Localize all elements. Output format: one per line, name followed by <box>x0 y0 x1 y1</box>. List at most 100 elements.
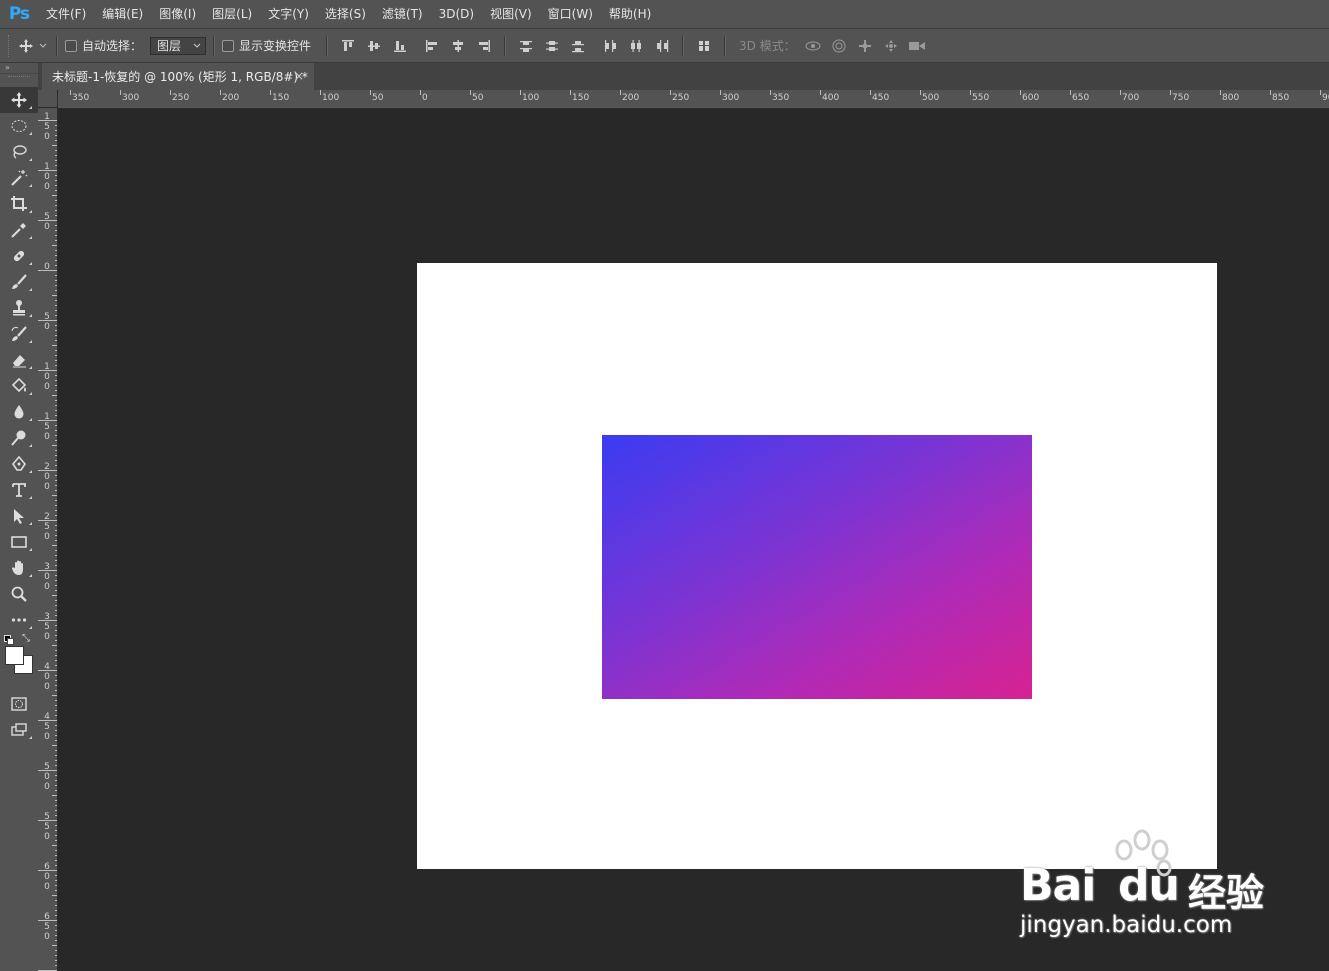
3d-pan-icon[interactable] <box>852 35 878 57</box>
zoom-tool-icon[interactable] <box>0 581 38 607</box>
type-tool-icon[interactable] <box>0 477 38 503</box>
screen-mode-icon[interactable] <box>0 717 38 743</box>
menu-select[interactable]: 选择(S) <box>317 0 374 28</box>
ruler-label: 400 <box>44 662 50 692</box>
quick-mask-icon[interactable] <box>0 691 38 717</box>
rectangle-tool-icon[interactable] <box>0 529 38 555</box>
horizontal-ruler[interactable]: 350 300 250 200 150 100 50 0 50 100 150 200 250 300 35… <box>58 90 1329 109</box>
3d-slide-icon[interactable] <box>878 35 904 57</box>
ruler-label: 150 <box>44 412 50 442</box>
eraser-tool-icon[interactable] <box>0 347 38 373</box>
menu-image[interactable]: 图像(I) <box>151 0 204 28</box>
watermark-brand: Bai <box>1020 860 1096 911</box>
ruler-origin[interactable] <box>38 90 58 108</box>
ruler-label: 200 <box>222 93 240 103</box>
gradient-rectangle-layer[interactable] <box>602 435 1032 699</box>
distribute-vertical-centers-icon[interactable] <box>539 35 565 57</box>
menu-layer[interactable]: 图层(L) <box>204 0 260 28</box>
edit-toolbar-icon[interactable] <box>0 607 38 633</box>
document-tab[interactable]: 未标题-1-恢复的 @ 100% (矩形 1, RGB/8#) * × <box>42 63 314 90</box>
separator <box>504 35 507 56</box>
menu-help[interactable]: 帮助(H) <box>601 0 659 28</box>
distribute-right-icon[interactable] <box>649 35 675 57</box>
align-left-edges-icon[interactable] <box>419 35 445 57</box>
tools-panel: » ⤡ <box>0 63 39 971</box>
marquee-tool-icon[interactable] <box>0 113 38 139</box>
lasso-tool-icon[interactable] <box>0 139 38 165</box>
align-right-edges-icon[interactable] <box>471 35 497 57</box>
ruler-label: 200 <box>44 462 50 492</box>
magic-wand-tool-icon[interactable] <box>0 165 38 191</box>
3d-orbit-icon[interactable] <box>800 35 826 57</box>
ruler-label: 350 <box>72 93 90 103</box>
eyedropper-tool-icon[interactable] <box>0 217 38 243</box>
ruler-label: 650 <box>44 912 50 942</box>
separator <box>326 35 329 56</box>
distribute-bottom-icon[interactable] <box>565 35 591 57</box>
distribute-left-icon[interactable] <box>597 35 623 57</box>
3d-roll-icon[interactable] <box>826 35 852 57</box>
menu-edit[interactable]: 编辑(E) <box>94 0 151 28</box>
swap-colors-icon[interactable]: ⤡ <box>22 633 30 644</box>
ruler-label: 300 <box>44 562 50 592</box>
document-canvas[interactable] <box>417 263 1217 869</box>
ruler-label: 0 <box>422 93 428 103</box>
move-tool-icon[interactable] <box>0 87 38 113</box>
align-bottom-edges-icon[interactable] <box>387 35 413 57</box>
align-horizontal-centers-icon[interactable] <box>445 35 471 57</box>
menu-filter[interactable]: 滤镜(T) <box>374 0 431 28</box>
menu-file[interactable]: 文件(F) <box>38 0 94 28</box>
ruler-label: 600 <box>44 862 50 892</box>
pen-tool-icon[interactable] <box>0 451 38 477</box>
ruler-label: 300 <box>122 93 140 103</box>
chevron-down-icon <box>193 43 201 48</box>
dodge-tool-icon[interactable] <box>0 425 38 451</box>
move-tool-preset-icon[interactable] <box>15 35 37 57</box>
menu-3d[interactable]: 3D(D) <box>431 0 482 28</box>
healing-brush-tool-icon[interactable] <box>0 243 38 269</box>
panel-grip[interactable] <box>8 76 30 85</box>
auto-align-layers-icon[interactable] <box>691 35 717 57</box>
separator <box>682 35 685 56</box>
menu-window[interactable]: 窗口(W) <box>540 0 601 28</box>
default-colors-icon[interactable] <box>4 635 14 645</box>
blur-tool-icon[interactable] <box>0 399 38 425</box>
vertical-ruler[interactable]: 150 100 50 0 50 100 150 200 250 300 350 400 450 500 55… <box>38 108 58 971</box>
ruler-label: 850 <box>1272 93 1290 103</box>
ruler-label: 150 <box>272 93 290 103</box>
options-bar: 自动选择： 图层 显示变换控件 3D 模式： <box>0 29 1329 63</box>
menu-view[interactable]: 视图(V) <box>482 0 540 28</box>
brush-tool-icon[interactable] <box>0 269 38 295</box>
clone-stamp-tool-icon[interactable] <box>0 295 38 321</box>
watermark-brand-du: du <box>1118 860 1180 911</box>
auto-select-checkbox[interactable] <box>65 39 77 52</box>
ruler-label: 0 <box>44 262 50 272</box>
ruler-label: 300 <box>722 93 740 103</box>
paint-bucket-tool-icon[interactable] <box>0 373 38 399</box>
chevron-down-icon[interactable] <box>37 35 49 57</box>
history-brush-tool-icon[interactable] <box>0 321 38 347</box>
ruler-label: 400 <box>822 93 840 103</box>
foreground-color-swatch[interactable] <box>5 646 24 665</box>
watermark-jingyan: 经验 <box>1188 871 1265 915</box>
ruler-label: 150 <box>572 93 590 103</box>
ruler-label: 450 <box>872 93 890 103</box>
align-vertical-centers-icon[interactable] <box>361 35 387 57</box>
auto-select-dropdown[interactable]: 图层 <box>150 36 207 55</box>
close-icon[interactable]: × <box>294 69 304 83</box>
ruler-label: 50 <box>372 93 384 103</box>
show-transform-checkbox[interactable] <box>222 39 235 52</box>
3d-scale-camera-icon[interactable] <box>904 35 930 57</box>
ruler-label: 350 <box>772 93 790 103</box>
distribute-horizontal-centers-icon[interactable] <box>623 35 649 57</box>
options-grip[interactable] <box>8 34 15 57</box>
menu-type[interactable]: 文字(Y) <box>260 0 317 28</box>
hand-tool-icon[interactable] <box>0 555 38 581</box>
ruler-label: 500 <box>922 93 940 103</box>
ruler-label: 500 <box>44 762 50 792</box>
path-selection-tool-icon[interactable] <box>0 503 38 529</box>
distribute-top-icon[interactable] <box>513 35 539 57</box>
panel-collapse-icon[interactable]: » <box>0 63 38 74</box>
align-top-edges-icon[interactable] <box>335 35 361 57</box>
crop-tool-icon[interactable] <box>0 191 38 217</box>
